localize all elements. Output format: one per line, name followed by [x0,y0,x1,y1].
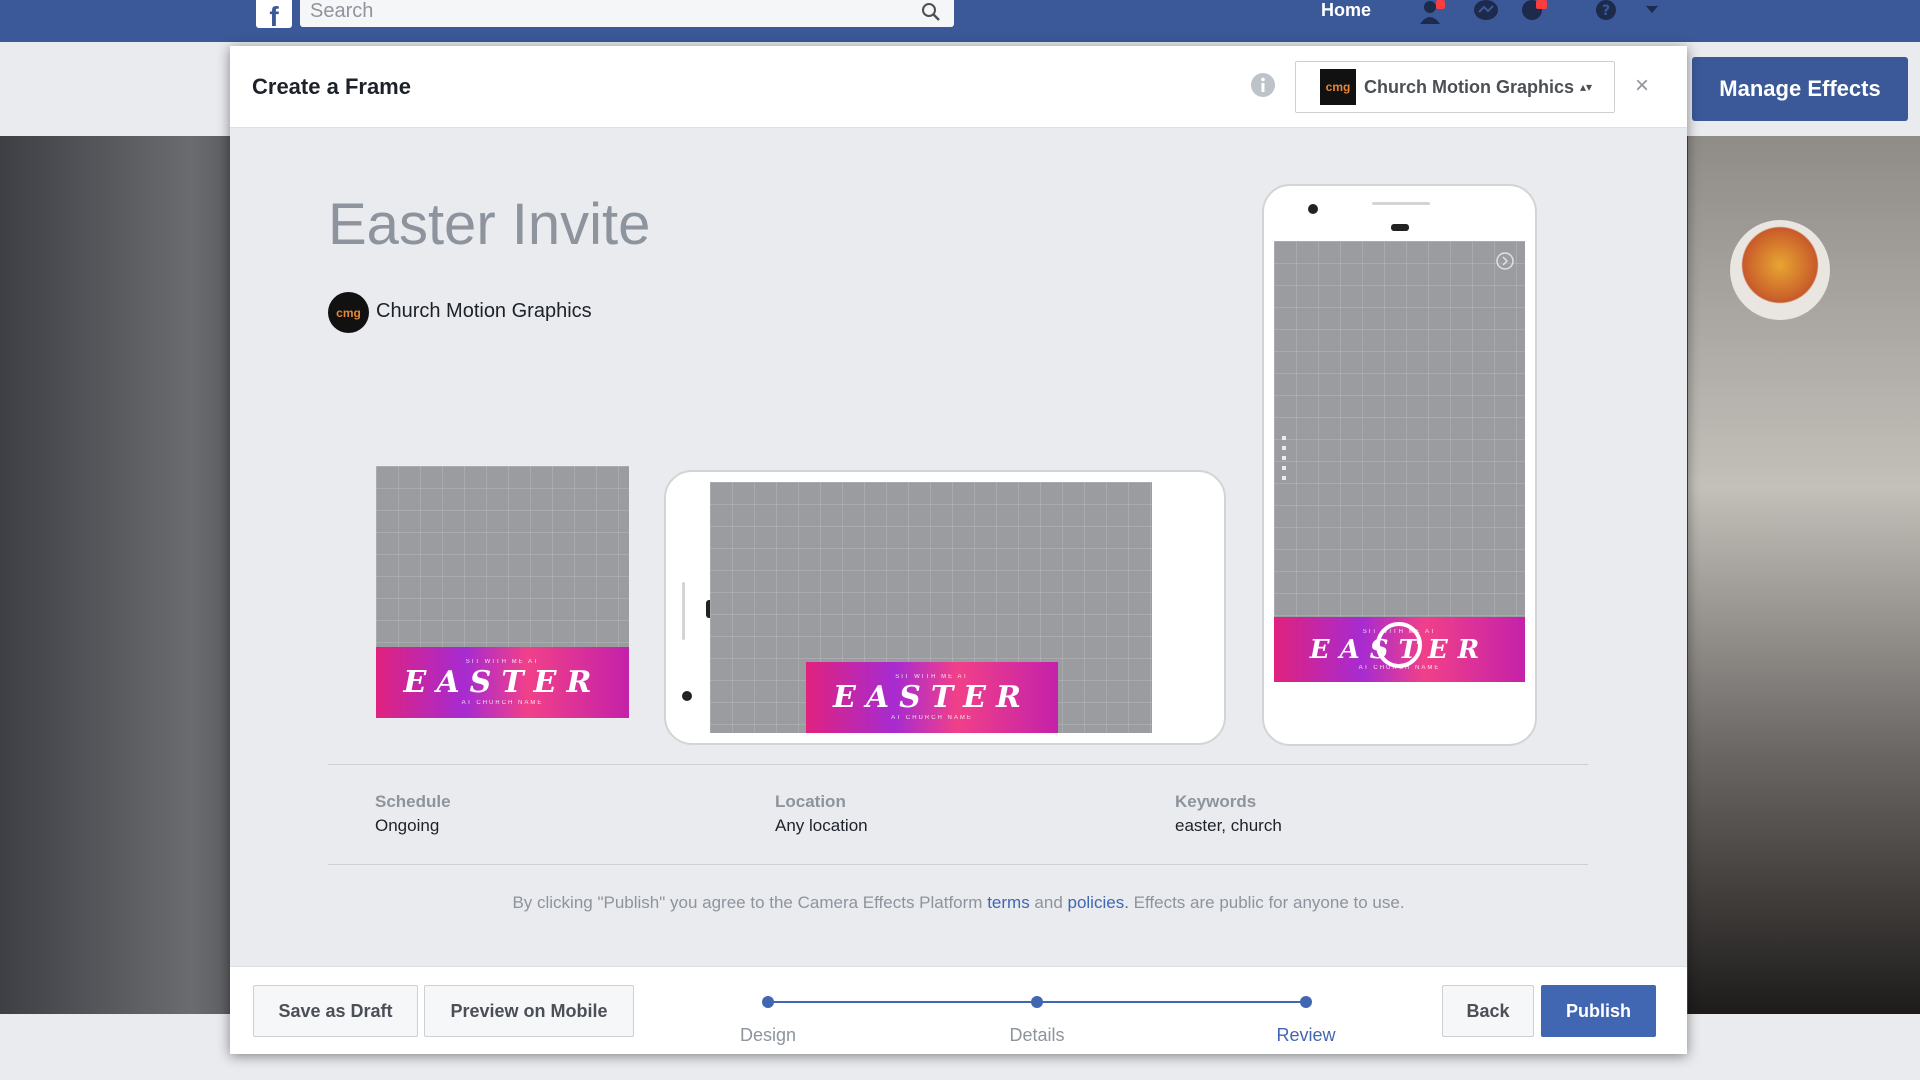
modal-title: Create a Frame [252,74,411,99]
terms-prefix: By clicking "Publish" you agree to the C… [512,893,988,912]
divider-top [328,764,1588,765]
modal-footer: Save as Draft Preview on Mobile Design D… [230,966,1687,1054]
save-as-draft-button[interactable]: Save as Draft [253,985,418,1037]
manage-effects-button[interactable]: Manage Effects [1692,57,1908,121]
keywords-value: easter, church [1175,816,1282,835]
square-frame-preview: SIT WITH ME AT EASTER AT CHURCH NAME [376,466,629,718]
notifications-icon[interactable] [1520,0,1548,24]
banner-main-text: EASTER [403,665,602,700]
landscape-screen: SIT WITH ME AT EASTER AT CHURCH NAME [710,482,1152,733]
page-selector-label: Church Motion Graphics [1364,76,1575,97]
phone-camera [682,691,692,701]
close-icon[interactable]: × [1630,74,1654,98]
search-icon[interactable] [920,1,942,23]
svg-text:?: ? [1602,3,1610,19]
schedule-value: Ongoing [375,816,440,835]
terms-link[interactable]: terms [987,893,1030,912]
modal-header: Create a Frame cmg Church Motion Graphic… [230,46,1687,128]
friend-requests-icon[interactable] [1418,0,1446,24]
schedule-label: Schedule [375,792,451,811]
banner-main-text: EASTER [833,680,1031,715]
portrait-phone-preview: SIT WITH ME AT EASTER AT CHURCH NAME [1262,184,1537,746]
step-dot-design[interactable] [762,996,774,1008]
facebook-logo[interactable]: f [256,0,292,32]
landscape-phone-preview: SIT WITH ME AT EASTER AT CHURCH NAME [664,470,1226,745]
keywords-label: Keywords [1175,792,1257,811]
effect-title: Easter Invite [328,192,651,257]
step-dot-review[interactable] [1300,996,1312,1008]
dots-menu-icon [1282,436,1286,486]
phone-side-button [682,582,685,640]
phone-top-bar [1372,202,1430,205]
camera-shutter-icon [1376,622,1422,668]
background-sun-decoration [1730,220,1830,320]
sort-arrows-icon: ▴▾ [1580,80,1593,94]
search-placeholder: Search [310,0,374,22]
page-thumbnail: cmg [1320,69,1356,105]
owner-name: Church Motion Graphics [376,300,592,322]
terms-suffix: Effects are public for anyone to use. [1128,893,1405,912]
terms-middle: and [1029,893,1068,912]
messages-icon[interactable] [1472,0,1500,24]
banner-bottom-text: AT CHURCH NAME [461,700,544,706]
back-button[interactable]: Back [1442,985,1534,1037]
account-menu-chevron-icon[interactable] [1644,0,1660,24]
phone-speaker [1391,224,1409,231]
step-label-design[interactable]: Design [708,1025,828,1046]
policies-link[interactable]: policies. [1068,893,1129,912]
easter-banner: SIT WITH ME AT EASTER AT CHURCH NAME [806,662,1058,733]
location-value: Any location [775,816,868,835]
page-selector-dropdown[interactable]: cmg Church Motion Graphics ▴▾ [1295,61,1615,113]
search-bar[interactable]: Search [300,0,954,27]
facebook-topbar: f Search Home ? [0,0,1920,42]
divider-bottom [328,864,1588,865]
easter-banner: SIT WITH ME AT EASTER AT CHURCH NAME [376,647,629,718]
step-label-review[interactable]: Review [1246,1025,1366,1046]
create-frame-modal: Create a Frame cmg Church Motion Graphic… [230,46,1687,1054]
terms-notice: By clicking "Publish" you agree to the C… [230,893,1687,913]
help-icon[interactable]: ? [1592,0,1620,24]
portrait-screen: SIT WITH ME AT EASTER AT CHURCH NAME [1274,241,1525,682]
info-icon[interactable] [1250,72,1276,98]
location-label: Location [775,792,846,811]
banner-bottom-text: AT CHURCH NAME [891,715,973,721]
phone-camera [1308,204,1318,214]
home-link[interactable]: Home [1321,0,1371,21]
publish-button[interactable]: Publish [1541,985,1656,1037]
banner-top-text: SIT WITH ME AT [465,659,540,665]
banner-top-text: SIT WITH ME AT [895,674,969,680]
chevron-circle-icon [1496,252,1514,270]
preview-on-mobile-button[interactable]: Preview on Mobile [424,985,634,1037]
step-dot-details[interactable] [1031,996,1043,1008]
owner-avatar: cmg [328,292,369,333]
step-label-details[interactable]: Details [977,1025,1097,1046]
